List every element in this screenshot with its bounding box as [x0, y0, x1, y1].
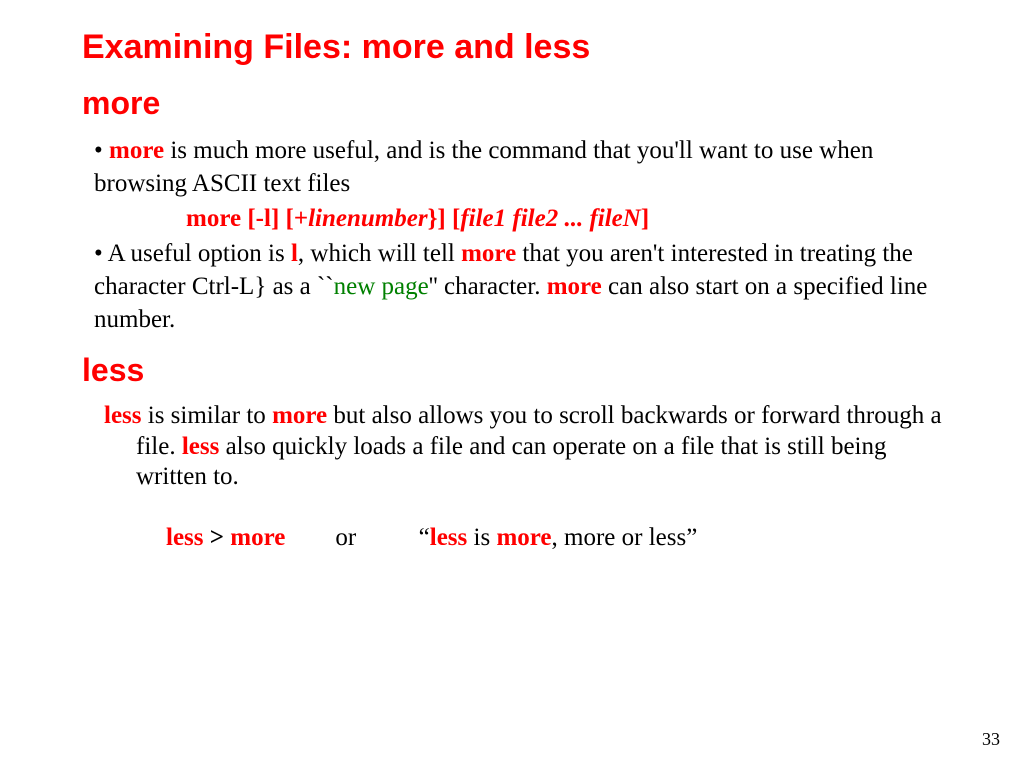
bullet-dot: •: [94, 137, 109, 164]
cmd-more: more: [547, 273, 602, 300]
syn-arg: linenumber: [308, 205, 427, 232]
gap: [285, 524, 335, 551]
text: , more or less”: [552, 524, 698, 551]
text: '' character.: [429, 273, 547, 300]
syn-arg: file1 file2 ... fileN: [460, 205, 641, 232]
more-bullet-1: • more is much more useful, and is the c…: [82, 134, 964, 200]
text: , which will tell: [298, 240, 461, 267]
option-l: l: [291, 240, 298, 267]
syn: [: [241, 205, 256, 232]
more-bullet-2: • A useful option is l, which will tell …: [82, 237, 964, 336]
text: • A useful option is: [94, 240, 291, 267]
syn: }] [: [428, 205, 461, 232]
section-heading-more: more: [82, 85, 964, 122]
gap: [356, 524, 419, 551]
syn: +: [294, 205, 308, 232]
gt: >: [204, 524, 231, 551]
cmd-less: less: [182, 433, 220, 460]
syn: ] [: [271, 205, 294, 232]
syn: more: [186, 205, 241, 232]
text: also quickly loads a file and can operat…: [136, 433, 887, 491]
text: is much more useful, and is the command …: [94, 137, 873, 197]
cmd-more: more: [272, 402, 327, 429]
cmd-less: less: [430, 524, 468, 551]
cmd-less: less: [166, 524, 204, 551]
slide-title: Examining Files: more and less: [82, 28, 964, 67]
text: is: [467, 524, 496, 551]
syn: ]: [641, 205, 649, 232]
cmd-more: more: [496, 524, 551, 551]
text: is similar to: [142, 402, 273, 429]
cmd-more: more: [109, 137, 164, 164]
page-number: 33: [982, 729, 1000, 750]
or: or: [335, 524, 356, 551]
less-paragraph: less is similar to more but also allows …: [106, 401, 964, 493]
cmd-less: less: [104, 402, 142, 429]
section-heading-less: less: [82, 352, 964, 389]
new-page: new page: [334, 273, 429, 300]
open-quote: “: [419, 524, 430, 551]
slide: Examining Files: more and less more • mo…: [0, 0, 1024, 554]
cmd-more: more: [461, 240, 516, 267]
cmd-more: more: [230, 524, 285, 551]
less-quip: less > more or “less is more, more or le…: [82, 521, 964, 554]
more-syntax: more [-l] [+linenumber}] [file1 file2 ..…: [82, 202, 964, 235]
syn: -l: [256, 205, 271, 232]
